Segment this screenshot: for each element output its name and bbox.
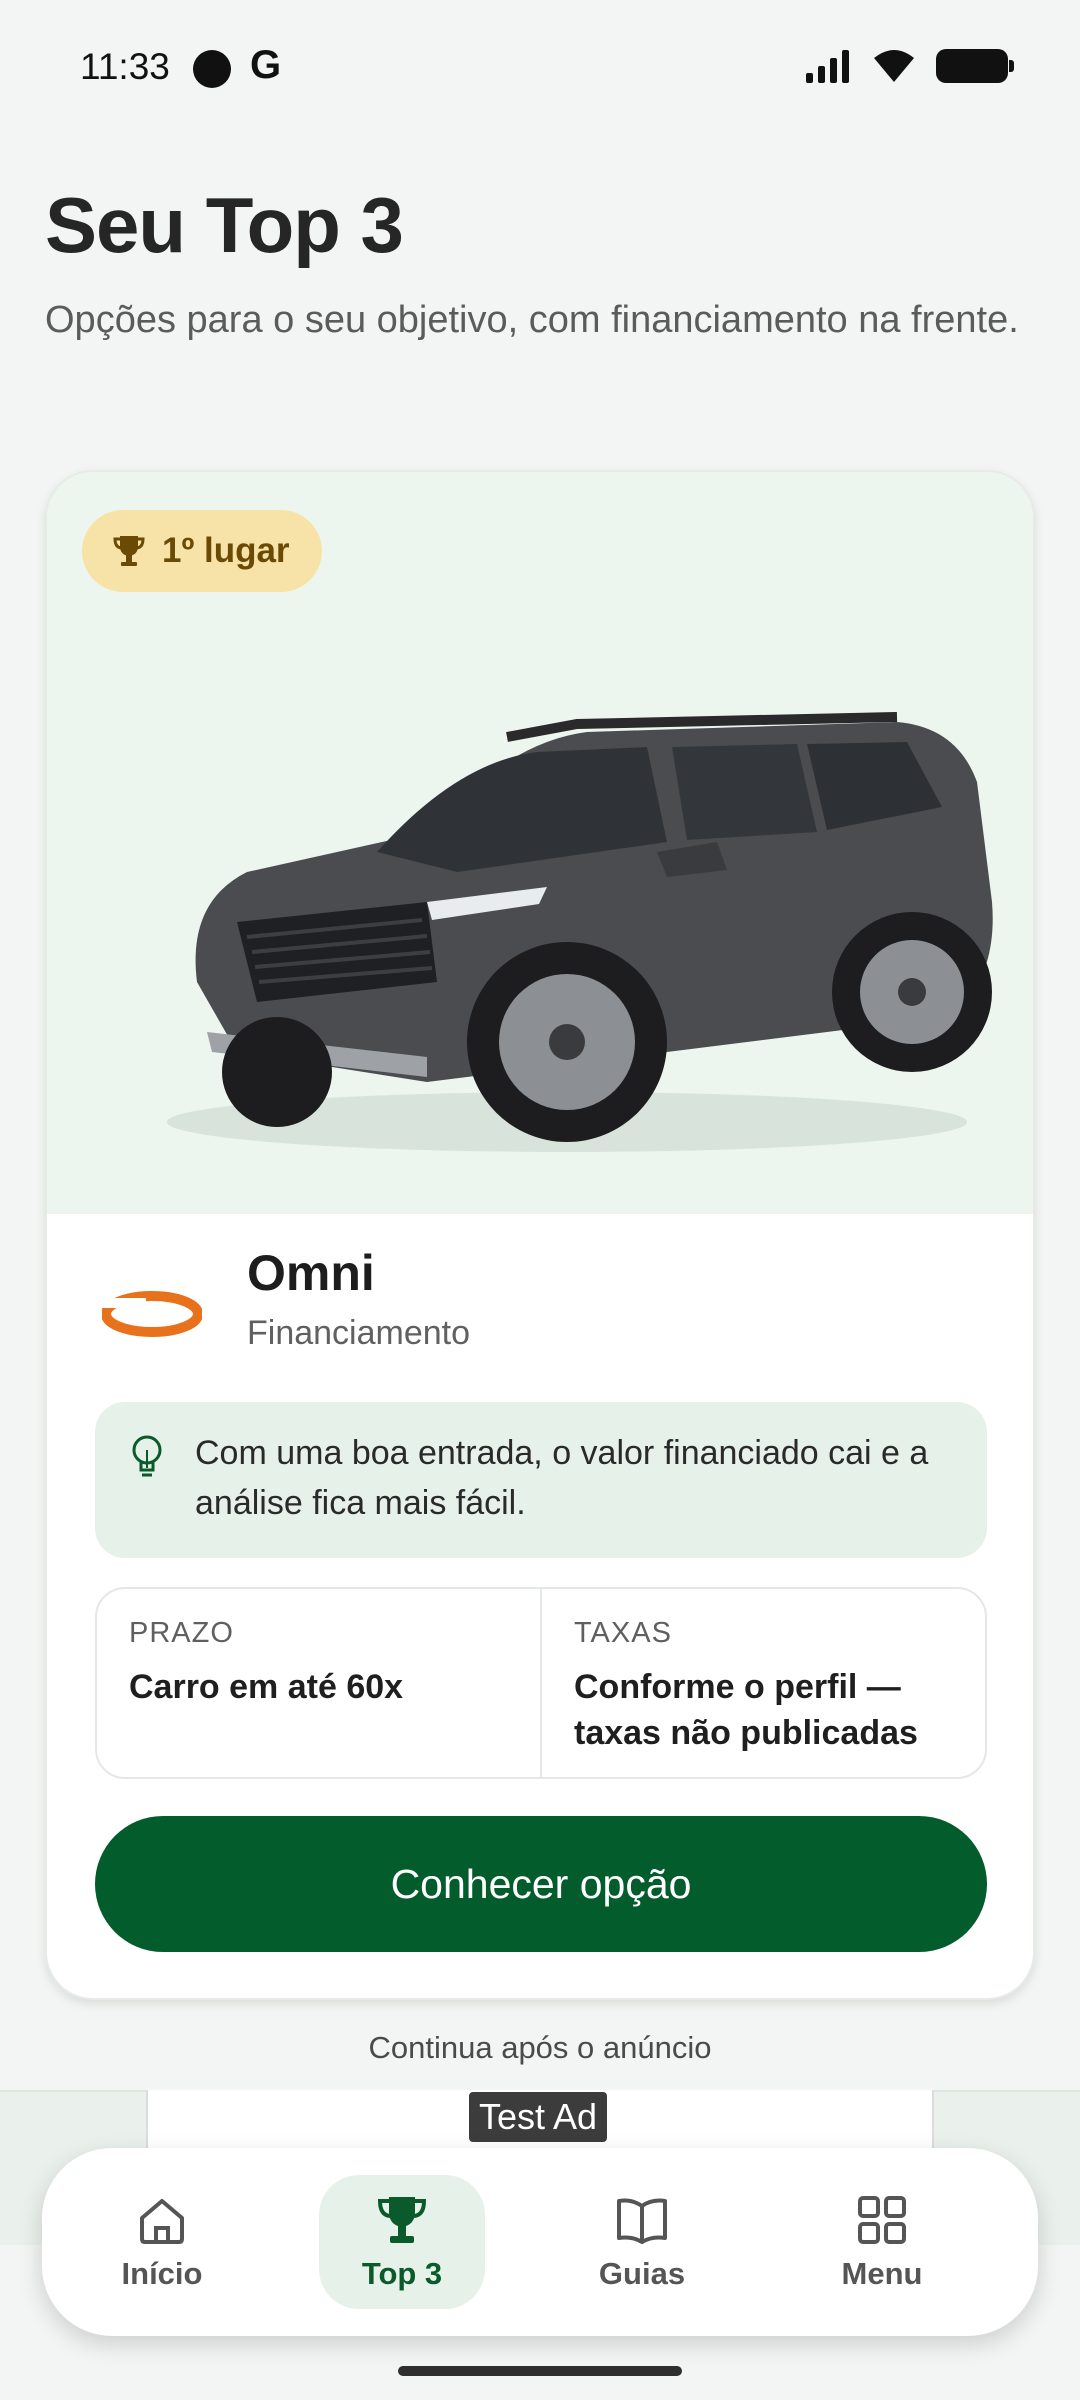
nav-label: Guias <box>598 2256 686 2291</box>
info-value: Conforme o perfil — taxas não publicadas <box>574 1668 918 1752</box>
nav-label: Menu <box>841 2256 923 2291</box>
status-indicators <box>806 48 1014 84</box>
home-icon <box>140 2199 184 2244</box>
info-label: PRAZO <box>129 1617 234 1649</box>
battery-icon <box>936 49 1014 83</box>
card-hero: 1º lugar <box>47 472 1033 1214</box>
omni-logo-icon <box>102 1291 202 1337</box>
provider-type: Financiamento <box>247 1314 471 1352</box>
info-label: TAXAS <box>574 1617 672 1649</box>
trophy-icon <box>377 2197 427 2243</box>
notification-dot-icon <box>193 50 231 88</box>
nav-item-top3[interactable]: Top 3 <box>319 2175 485 2309</box>
info-cell-prazo: PRAZO Carro em até 60x <box>97 1589 540 1777</box>
grid-icon <box>858 2196 906 2244</box>
trophy-icon <box>113 536 145 566</box>
nav-label: Início <box>121 2256 203 2291</box>
suv-car-image <box>167 712 993 1152</box>
test-ad-label: Test Ad <box>469 2092 608 2142</box>
conhecer-opcao-button[interactable]: Conhecer opção <box>95 1816 987 1952</box>
status-time: 11:33 <box>80 46 170 87</box>
bottom-nav: Início Top 3 Guias Menu <box>42 2148 1038 2336</box>
continue-note: Continua após o anúncio <box>368 2030 712 2065</box>
nav-label: Top 3 <box>361 2256 443 2291</box>
rank-badge: 1º lugar <box>82 510 322 592</box>
google-app-icon: G <box>250 43 282 87</box>
home-indicator[interactable] <box>398 2366 682 2376</box>
signal-icon <box>806 50 849 83</box>
lightbulb-icon <box>132 1435 162 1477</box>
provider-row: Omni Financiamento <box>47 1214 1033 1384</box>
info-cell-taxas: TAXAS Conforme o perfil — taxas não publ… <box>540 1589 985 1777</box>
info-value: Carro em até 60x <box>129 1668 404 1706</box>
wifi-icon <box>874 50 914 82</box>
tip-text: Com uma boa entrada, o valor financiado … <box>195 1434 929 1522</box>
top-option-card: 1º lugar Omni Financiamento Com uma boa … <box>45 470 1035 2000</box>
page-title: Seu Top 3 <box>45 181 404 269</box>
info-grid: PRAZO Carro em até 60x TAXAS Conforme o … <box>95 1587 987 1779</box>
tip-box: Com uma boa entrada, o valor financiado … <box>95 1402 987 1558</box>
book-icon <box>617 2198 667 2244</box>
nav-item-guias[interactable]: Guias <box>522 2175 762 2309</box>
nav-item-inicio[interactable]: Início <box>42 2175 282 2309</box>
page-subtitle: Opções para o seu objetivo, com financia… <box>45 299 1019 341</box>
status-bar: 11:33 G <box>0 0 1080 140</box>
rank-badge-label: 1º lugar <box>162 531 290 570</box>
nav-item-menu[interactable]: Menu <box>762 2175 1002 2309</box>
provider-name: Omni <box>247 1245 375 1301</box>
